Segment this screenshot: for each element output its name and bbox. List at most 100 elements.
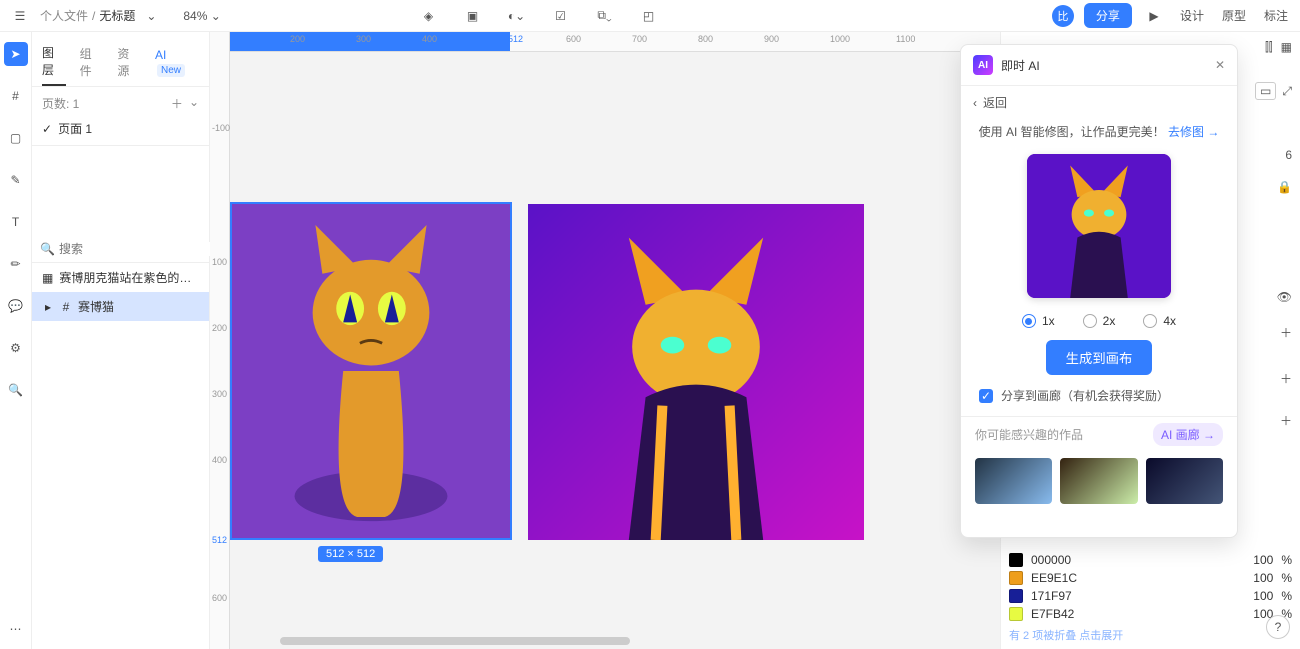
more-icon[interactable]: ⋯: [4, 617, 28, 641]
scale-4x-radio[interactable]: 4x: [1143, 314, 1176, 328]
gallery-thumb[interactable]: [1146, 458, 1223, 504]
add-icon[interactable]: ＋: [1280, 370, 1292, 387]
pencil-tool[interactable]: ✏: [4, 252, 28, 276]
color-pct: 100: [1253, 571, 1273, 585]
cat-illustration: [232, 204, 510, 538]
search-icon: 🔍: [40, 242, 55, 256]
share-button[interactable]: 分享: [1084, 3, 1132, 28]
layer-row[interactable]: ▦ 赛博朋克猫站在紫色的迷雾中…: [32, 263, 209, 292]
chevron-down-icon[interactable]: ⌄: [139, 4, 163, 28]
collapse-pages-icon[interactable]: ⌄: [189, 95, 199, 112]
lock-icon[interactable]: 🔒: [1277, 180, 1292, 194]
add-icon[interactable]: ＋: [1280, 324, 1292, 341]
avatar[interactable]: 比: [1052, 5, 1074, 27]
plugins-tool[interactable]: ⚙: [4, 336, 28, 360]
color-hex: E7FB42: [1031, 607, 1087, 621]
ruler-vertical: -100 100 200 300 400 512 600: [210, 32, 230, 649]
breadcrumb: 个人文件 / 无标题 ⌄: [40, 4, 163, 28]
page-item[interactable]: ✓ 页面 1: [42, 120, 199, 137]
breadcrumb-parent[interactable]: 个人文件: [40, 7, 88, 24]
mask-icon[interactable]: ⧉⌄: [593, 4, 617, 28]
image-layer-icon: ▦: [42, 272, 53, 284]
add-page-icon[interactable]: ＋: [171, 95, 183, 112]
ai-panel: AI 即时 AI ✕ ‹ 返回 使用 AI 智能修图，让作品更完美！ 去修图 →…: [960, 44, 1238, 538]
pages-count: 页数: 1: [42, 95, 79, 112]
color-row[interactable]: EE9E1C 100 %: [1009, 569, 1292, 587]
canvas-scrollbar[interactable]: [280, 637, 630, 645]
layer-row-selected[interactable]: ▸ # 赛博猫: [32, 292, 209, 321]
tab-prototype[interactable]: 原型: [1218, 3, 1250, 28]
tab-design[interactable]: 设计: [1176, 3, 1208, 28]
cyberpunk-cat-image: [528, 204, 864, 540]
new-badge: New: [157, 64, 185, 77]
layer-label: 赛博朋克猫站在紫色的迷雾中…: [59, 269, 199, 286]
artboard-image[interactable]: [528, 204, 864, 540]
pen-tool[interactable]: ✎: [4, 168, 28, 192]
rect-tool[interactable]: ▢: [4, 126, 28, 150]
play-icon[interactable]: ▶: [1142, 4, 1166, 28]
grid-icon[interactable]: ▦: [1281, 40, 1292, 55]
canvas[interactable]: 200 300 400 512 600 700 800 900 1000 110…: [210, 32, 1000, 649]
comment-tool[interactable]: 💬: [4, 294, 28, 318]
frame-tool[interactable]: #: [4, 84, 28, 108]
value-partial: 6: [1285, 148, 1292, 162]
breadcrumb-title[interactable]: 无标题: [99, 7, 135, 24]
scale-2x-radio[interactable]: 2x: [1083, 314, 1116, 328]
layer-search-input[interactable]: [59, 242, 214, 256]
expand-icon[interactable]: ▸: [42, 301, 54, 313]
move-tool[interactable]: ➤: [4, 42, 28, 66]
chevron-down-icon: ⌄: [211, 9, 221, 23]
text-tool[interactable]: T: [4, 210, 28, 234]
ai-description: 使用 AI 智能修图，让作品更完美！ 去修图 →: [961, 119, 1237, 144]
ruler-horizontal: 200 300 400 512 600 700 800 900 1000 110…: [210, 32, 1000, 52]
expand-icon[interactable]: ⤢: [1282, 84, 1292, 99]
share-gallery-label: 分享到画廊（有机会获得奖励）: [1001, 387, 1169, 404]
visibility-icon[interactable]: 👁: [1277, 290, 1292, 304]
frame-tool-icon[interactable]: ▣: [461, 4, 485, 28]
artboard-selected[interactable]: [230, 202, 512, 540]
help-button[interactable]: ?: [1266, 615, 1290, 639]
add-icon[interactable]: ＋: [1280, 412, 1292, 429]
search-tool[interactable]: 🔍: [4, 378, 28, 402]
component-icon[interactable]: ◈: [417, 4, 441, 28]
color-hex: EE9E1C: [1031, 571, 1087, 585]
back-button[interactable]: ‹ 返回: [961, 86, 1237, 119]
share-gallery-checkbox[interactable]: ✓: [979, 389, 993, 403]
tab-icon[interactable]: ▭: [1255, 82, 1276, 100]
crop-icon[interactable]: ◰: [637, 4, 661, 28]
close-icon[interactable]: ✕: [1215, 58, 1225, 72]
ai-preview-image: [1027, 154, 1171, 298]
generate-button[interactable]: 生成到画布: [1046, 340, 1153, 375]
color-swatch: [1009, 589, 1023, 603]
ai-edit-link[interactable]: 去修图 →: [1168, 125, 1219, 139]
gallery-heading: 你可能感兴趣的作品: [975, 426, 1083, 443]
color-swatch: [1009, 553, 1023, 567]
color-pct: 100: [1253, 589, 1273, 603]
gallery-thumb[interactable]: [975, 458, 1052, 504]
gallery-thumb[interactable]: [1060, 458, 1137, 504]
frame-layer-icon: #: [60, 301, 72, 313]
align-icon[interactable]: ⫿⫿: [1265, 40, 1273, 55]
color-row[interactable]: E7FB42 100 %: [1009, 605, 1292, 623]
color-row[interactable]: 171F97 100 %: [1009, 587, 1292, 605]
gallery-link[interactable]: AI 画廊 →: [1153, 423, 1223, 446]
color-hex: 171F97: [1031, 589, 1087, 603]
tab-ai[interactable]: AI New: [155, 44, 199, 82]
scale-1x-radio[interactable]: 1x: [1022, 314, 1055, 328]
color-hex: 000000: [1031, 553, 1087, 567]
ai-logo-icon: AI: [973, 55, 993, 75]
fold-hint[interactable]: 有 2 项被折叠 点击展开: [1009, 627, 1292, 643]
hamburger-icon[interactable]: ☰: [8, 4, 32, 28]
tab-layers[interactable]: 图层: [42, 40, 66, 86]
boolean-icon[interactable]: ◐⌄: [505, 4, 529, 28]
color-row[interactable]: 000000 100 %: [1009, 551, 1292, 569]
color-swatch: [1009, 571, 1023, 585]
edit-icon[interactable]: ☑: [549, 4, 573, 28]
layer-label: 赛博猫: [78, 298, 114, 315]
color-pct: 100: [1253, 553, 1273, 567]
tab-components[interactable]: 组件: [80, 41, 104, 85]
tab-annotate[interactable]: 标注: [1260, 3, 1292, 28]
check-icon: ✓: [42, 122, 52, 136]
tab-assets[interactable]: 资源: [117, 41, 141, 85]
zoom-select[interactable]: 84% ⌄: [183, 9, 220, 23]
